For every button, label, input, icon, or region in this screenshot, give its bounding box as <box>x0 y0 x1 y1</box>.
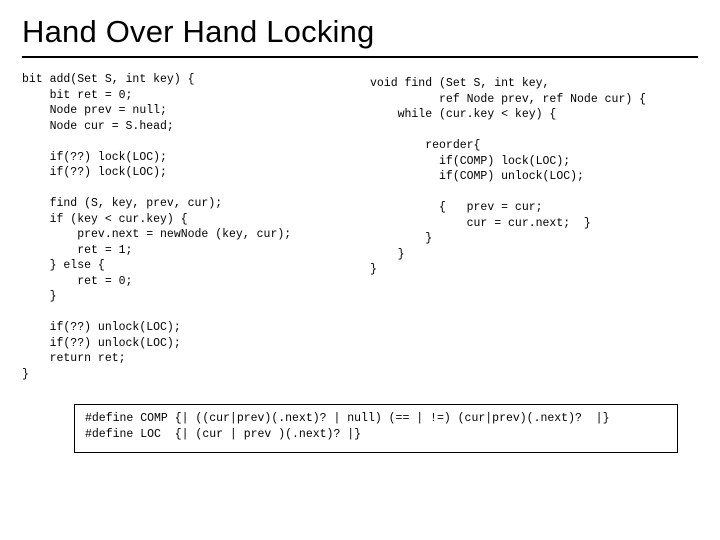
find-function-code: void find (Set S, int key, ref Node prev… <box>370 72 698 278</box>
slide: Hand Over Hand Locking bit add(Set S, in… <box>0 0 720 540</box>
define-box: #define COMP {| ((cur|prev)(.next)? | nu… <box>74 404 678 452</box>
add-function-code: bit add(Set S, int key) { bit ret = 0; N… <box>22 72 362 382</box>
left-column: bit add(Set S, int key) { bit ret = 0; N… <box>22 72 362 382</box>
slide-title: Hand Over Hand Locking <box>22 14 698 50</box>
code-columns: bit add(Set S, int key) { bit ret = 0; N… <box>22 72 698 382</box>
title-rule <box>22 56 698 58</box>
define-code: #define COMP {| ((cur|prev)(.next)? | nu… <box>85 411 667 443</box>
right-column: void find (Set S, int key, ref Node prev… <box>370 72 698 382</box>
